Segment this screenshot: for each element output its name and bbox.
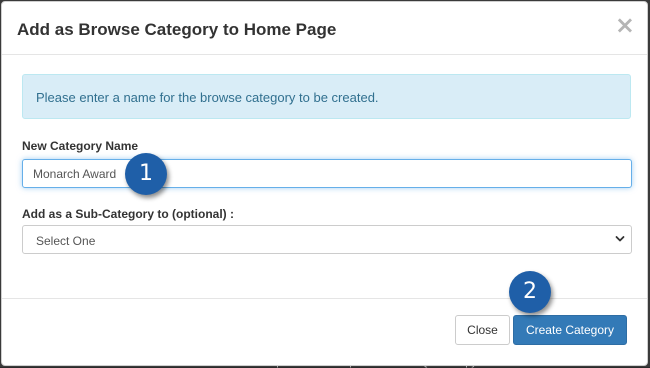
subcategory-select[interactable]: Select One — [22, 225, 632, 254]
close-button[interactable]: Close — [455, 315, 510, 345]
modal-header: Add as Browse Category to Home Page × — [2, 2, 647, 55]
step-2-badge: 2 — [509, 271, 551, 313]
create-category-button[interactable]: Create Category — [513, 315, 627, 345]
browse-category-modal: Add as Browse Category to Home Page × Pl… — [1, 1, 648, 366]
step-1-badge: 1 — [125, 153, 167, 195]
chevron-down-icon — [615, 236, 625, 242]
category-name-input[interactable] — [22, 159, 632, 188]
subcategory-selected-value: Select One — [36, 234, 96, 248]
subcategory-label: Add as a Sub-Category to (optional) : — [22, 207, 234, 221]
info-alert: Please enter a name for the browse categ… — [22, 74, 631, 119]
category-name-label: New Category Name — [22, 139, 139, 153]
modal-title: Add as Browse Category to Home Page — [17, 20, 337, 39]
info-alert-text: Please enter a name for the browse categ… — [36, 90, 379, 105]
close-icon[interactable]: × — [615, 13, 635, 37]
